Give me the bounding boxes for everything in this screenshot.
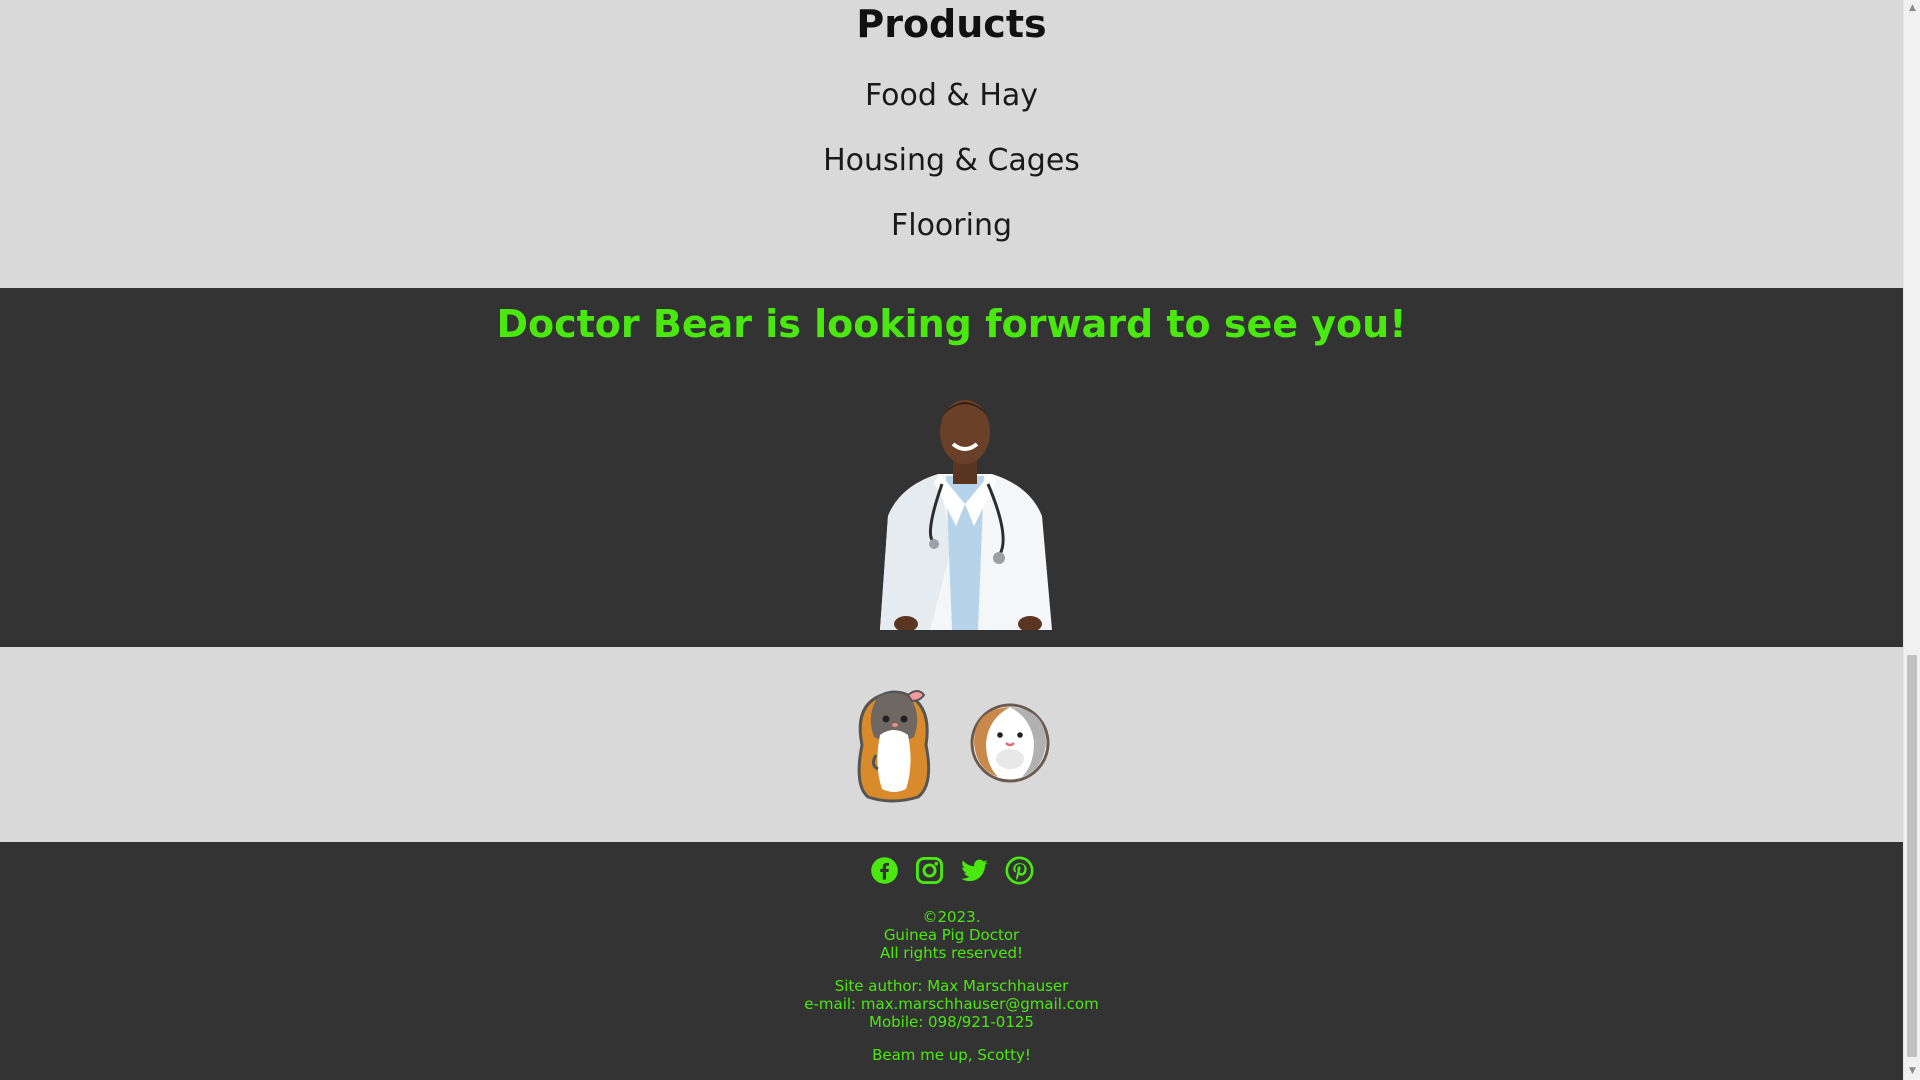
pinterest-icon[interactable] [1004, 856, 1034, 885]
product-link-food-hay[interactable]: Food & Hay [0, 78, 1903, 113]
mascots-section [0, 647, 1903, 842]
guinea-pig-round-icon [970, 703, 1050, 783]
doctor-heading: Doctor Bear is looking forward to see yo… [496, 302, 1407, 346]
author-block: Site author: Max Marschhauser e-mail: ma… [0, 977, 1903, 1031]
instagram-icon[interactable] [915, 856, 944, 885]
doctor-photo [880, 400, 1052, 630]
products-title: Products [856, 2, 1047, 46]
scroll-down-arrow-icon[interactable]: ▼ [1904, 1063, 1920, 1080]
tagline-block: Beam me up, Scotty! [0, 1046, 1903, 1064]
footer-text: ©2023. Guinea Pig Doctor All rights rese… [0, 908, 1903, 1079]
scrollbar-thumb[interactable] [1907, 655, 1917, 1057]
site-author: Site author: Max Marschhauser [834, 977, 1069, 995]
author-mobile: Mobile: 098/921-0125 [869, 1013, 1034, 1031]
facebook-icon[interactable] [870, 856, 899, 885]
copyright-site: Guinea Pig Doctor [883, 926, 1020, 944]
guinea-pig-standing-icon [857, 690, 931, 803]
footer: ©2023. Guinea Pig Doctor All rights rese… [0, 842, 1903, 1080]
product-link-flooring[interactable]: Flooring [0, 208, 1903, 243]
author-email[interactable]: e-mail: max.marschhauser@gmail.com [0, 995, 1903, 1013]
twitter-icon[interactable] [960, 856, 989, 885]
product-link-housing-cages[interactable]: Housing & Cages [0, 143, 1903, 178]
doctor-section: Doctor Bear is looking forward to see yo… [0, 288, 1903, 647]
vertical-scrollbar[interactable]: ▲ ▼ [1903, 0, 1920, 1080]
footer-tagline: Beam me up, Scotty! [872, 1046, 1031, 1064]
page: Products Food & Hay Housing & Cages Floo… [0, 0, 1903, 1080]
copyright-rights: All rights reserved! [879, 944, 1024, 962]
copyright-year: ©2023. [922, 908, 981, 926]
social-links [0, 856, 1903, 885]
scroll-up-arrow-icon[interactable]: ▲ [1904, 0, 1920, 17]
products-section: Products Food & Hay Housing & Cages Floo… [0, 0, 1903, 288]
copyright-block: ©2023. Guinea Pig Doctor All rights rese… [0, 908, 1903, 962]
